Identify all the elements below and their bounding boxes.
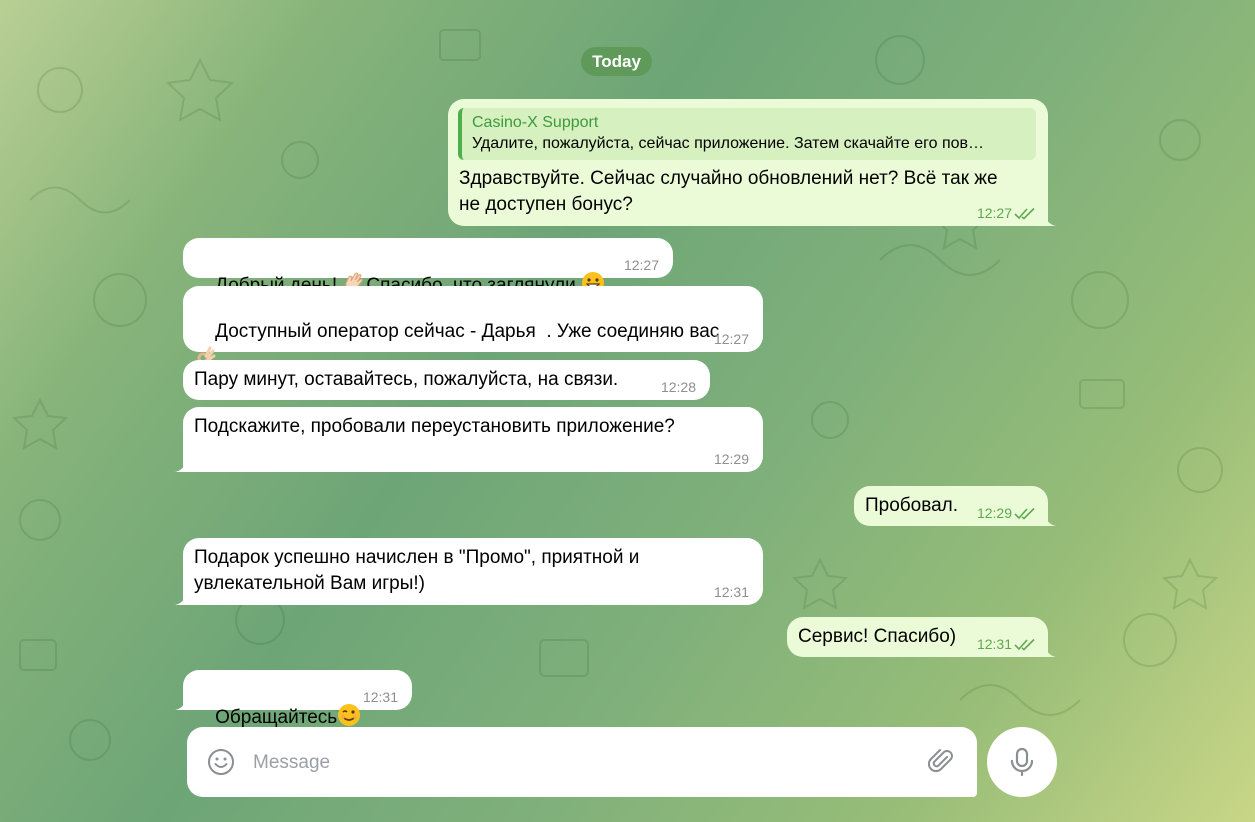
message-incoming[interactable]: Доступный оператор сейчас - Дарья . Уже … (183, 286, 763, 367)
message-incoming[interactable]: Подскажите, пробовали переустановить при… (175, 407, 763, 472)
message-text: Пару минут, оставайтесь, пожалуйста, на … (194, 369, 619, 390)
double-check-icon (1014, 639, 1035, 651)
reply-author: Casino-X Support (472, 114, 599, 131)
message-time: 12:27 (623, 257, 659, 273)
message-outgoing[interactable]: Сервис! Спасибо) 12:31 (787, 617, 1056, 657)
message-time: 12:29 (713, 451, 749, 467)
message-text-part: Доступный оператор сейчас - Дарья . Уже … (215, 321, 720, 342)
message-time: 12:28 (660, 379, 696, 395)
bubble-tail (1044, 512, 1056, 526)
message-text: Здравствуйте. Сейчас случайно обновлений… (459, 168, 998, 215)
bubble-tail (1044, 212, 1056, 226)
double-check-icon (1014, 508, 1035, 520)
message-outgoing[interactable]: Пробовал. 12:29 (854, 486, 1056, 526)
message-text: Подскажите, пробовали переустановить при… (194, 416, 675, 437)
voice-record-button[interactable] (987, 727, 1057, 797)
bubble-tail (1044, 643, 1056, 657)
message-time: 12:27 (976, 205, 1012, 221)
microphone-icon (1010, 747, 1034, 777)
winking-face-icon (338, 704, 361, 726)
message-text: Подарок успешно начислен в "Промо", прия… (194, 547, 640, 594)
bubble-tail (175, 696, 187, 710)
message-incoming[interactable]: Пару минут, оставайтесь, пожалуйста, на … (183, 360, 710, 400)
message-input[interactable] (251, 741, 915, 785)
message-text: Пробовал. (865, 495, 959, 516)
message-outgoing[interactable]: Casino-X Support Удалите, пожалуйста, се… (448, 99, 1056, 226)
message-incoming[interactable]: Добрый день! Спасибо, что заглянули 12:2… (183, 238, 673, 296)
reply-preview[interactable]: Casino-X Support Удалите, пожалуйста, се… (458, 108, 1036, 160)
message-time: 12:31 (362, 689, 398, 705)
bubble-tail (175, 591, 187, 605)
paperclip-icon[interactable] (927, 748, 955, 776)
double-check-icon (1014, 208, 1035, 220)
message-text-part: Обращайтесь (215, 707, 338, 728)
message-text: Сервис! Спасибо) (798, 626, 957, 647)
date-divider: Today (581, 47, 652, 76)
message-time: 12:31 (713, 584, 749, 600)
message-time: 12:29 (976, 505, 1012, 521)
emoji-smile-icon[interactable] (207, 748, 235, 776)
reply-text: Удалите, пожалуйста, сейчас приложение. … (472, 135, 985, 152)
bubble-tail (175, 458, 187, 472)
message-incoming[interactable]: Обращайтесь 12:31 (175, 670, 412, 728)
message-incoming[interactable]: Подарок успешно начислен в "Промо", прия… (175, 538, 763, 605)
message-time: 12:31 (976, 636, 1012, 652)
message-composer (187, 727, 977, 797)
message-time: 12:27 (713, 331, 749, 347)
